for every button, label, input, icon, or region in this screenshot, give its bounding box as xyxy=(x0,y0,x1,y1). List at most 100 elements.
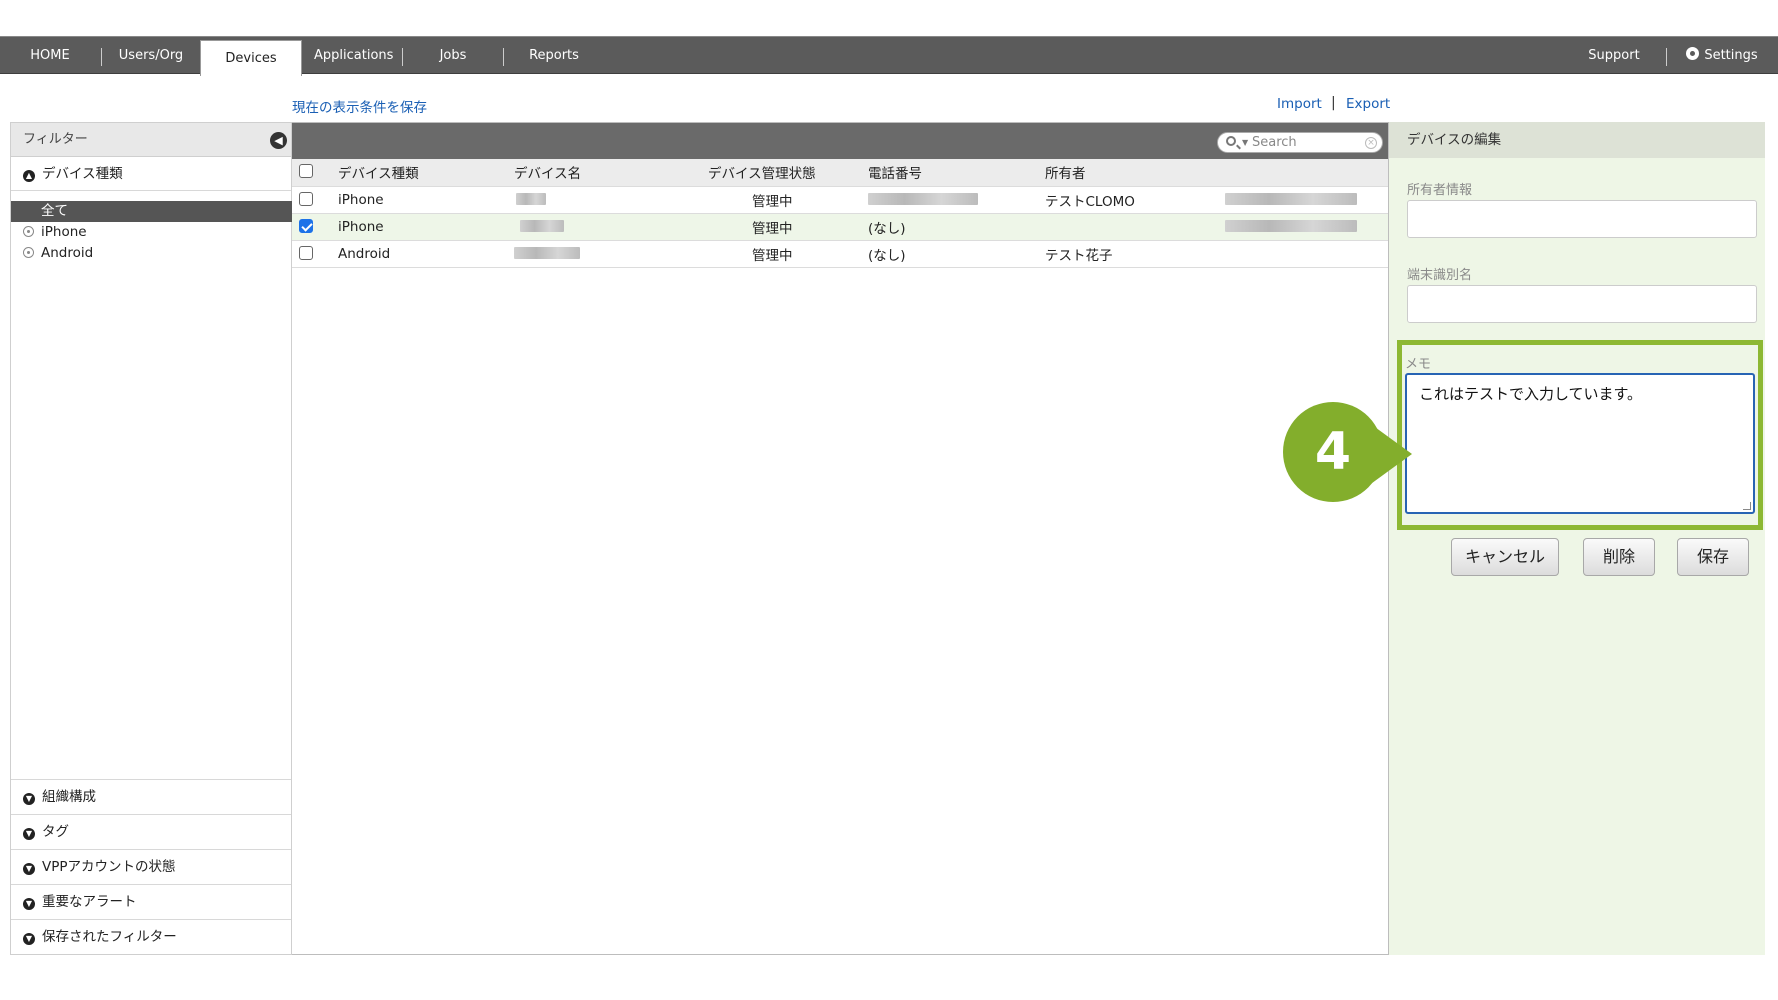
cell-status: 管理中 xyxy=(708,213,868,241)
table-row[interactable]: iPhone 管理中 テストCLOMO xyxy=(292,186,1388,214)
cell-owner: テスト花子 xyxy=(1045,240,1225,268)
memo-label: メモ xyxy=(1405,357,1432,372)
save-view-link[interactable]: 現在の表示条件を保存 xyxy=(292,96,427,116)
section-device-type-label: デバイス種類 xyxy=(42,166,123,182)
redacted-value xyxy=(1225,192,1357,205)
select-all-checkbox[interactable] xyxy=(299,164,313,179)
cell-device-name xyxy=(514,213,708,241)
clear-icon[interactable]: × xyxy=(1365,137,1377,149)
section-label: 組織構成 xyxy=(42,789,96,805)
tab-jobs[interactable]: Jobs xyxy=(432,37,474,75)
section-org-structure[interactable]: ▼ 組織構成 xyxy=(11,779,291,814)
cell-device-type: iPhone xyxy=(338,186,514,214)
radio-icon xyxy=(23,247,34,258)
tab-applications[interactable]: Applications xyxy=(314,37,393,75)
settings-label: Settings xyxy=(1704,48,1758,63)
resize-grip-icon[interactable] xyxy=(1743,502,1751,510)
section-tags[interactable]: ▼ タグ xyxy=(11,814,291,849)
memo-highlight-frame: メモ これはテストで入力しています。 xyxy=(1397,340,1763,530)
filter-panel: フィルター ◀ ▲ デバイス種類 全て iPhone Android ▼ 組織構成 … xyxy=(10,122,292,955)
link-separator: | xyxy=(1331,95,1336,111)
filter-header: フィルター ◀ xyxy=(11,123,291,157)
chevron-down-icon: ▼ xyxy=(23,863,35,875)
filter-title: フィルター xyxy=(23,132,88,147)
table-header-row: デバイス種類 デバイス名 デバイス管理状態 電話番号 所有者 xyxy=(292,159,1388,187)
cell-phone: (なし) xyxy=(868,213,1045,241)
device-table: デバイス種類 デバイス名 デバイス管理状態 電話番号 所有者 iPhone 管理… xyxy=(292,159,1388,268)
chevron-down-icon: ▼ xyxy=(23,828,35,840)
row-checkbox-cell xyxy=(292,213,338,241)
row-checkbox-checked[interactable] xyxy=(299,218,313,233)
chevron-down-icon: ▼ xyxy=(23,933,35,945)
cell-device-type: Android xyxy=(338,240,514,268)
col-phone[interactable]: 電話番号 xyxy=(868,159,1045,187)
collapse-left-icon[interactable]: ◀ xyxy=(270,132,287,149)
table-row[interactable]: Android 管理中 (なし) テスト花子 xyxy=(292,240,1388,268)
owner-info-label: 所有者情報 xyxy=(1407,183,1473,198)
cell-device-type: iPhone xyxy=(338,213,514,241)
filter-item-android[interactable]: Android xyxy=(11,243,291,264)
redacted-value xyxy=(516,192,546,205)
section-saved-filters[interactable]: ▼ 保存されたフィルター xyxy=(11,919,291,954)
tab-home[interactable]: HOME xyxy=(22,37,78,75)
filter-bottom-sections: ▼ 組織構成 ▼ タグ ▼ VPPアカウントの状態 ▼ 重要なアラート ▼ 保存されたフィ… xyxy=(11,779,291,954)
device-id-input[interactable] xyxy=(1407,285,1757,323)
cell-device-name xyxy=(514,240,708,268)
search-placeholder: Search xyxy=(1252,135,1297,150)
redacted-value xyxy=(868,192,978,205)
search-input[interactable]: ▼ Search × xyxy=(1217,132,1383,153)
owner-info-input[interactable] xyxy=(1407,200,1757,238)
section-alerts[interactable]: ▼ 重要なアラート xyxy=(11,884,291,919)
filter-item-all[interactable]: 全て xyxy=(11,201,292,222)
cell-extra xyxy=(1225,213,1388,241)
col-device-type[interactable]: デバイス種類 xyxy=(338,159,514,187)
device-id-label: 端末識別名 xyxy=(1407,268,1473,283)
caret-down-icon: ▼ xyxy=(1242,138,1249,147)
cell-device-name xyxy=(514,186,708,214)
tab-users-org[interactable]: Users/Org xyxy=(114,37,188,75)
col-management-status[interactable]: デバイス管理状態 xyxy=(708,159,868,187)
save-button[interactable]: 保存 xyxy=(1677,538,1749,576)
tab-devices[interactable]: Devices xyxy=(200,40,302,76)
nav-separator xyxy=(503,48,504,66)
filter-item-label: Android xyxy=(41,245,94,261)
col-owner[interactable]: 所有者 xyxy=(1045,159,1225,187)
export-link[interactable]: Export xyxy=(1346,96,1390,112)
tab-reports[interactable]: Reports xyxy=(526,37,582,75)
search-icon xyxy=(1226,136,1236,146)
table-row[interactable]: iPhone 管理中 (なし) xyxy=(292,213,1388,241)
cancel-button[interactable]: キャンセル xyxy=(1451,538,1559,576)
section-vpp-status[interactable]: ▼ VPPアカウントの状態 xyxy=(11,849,291,884)
chevron-up-icon: ▲ xyxy=(23,170,35,182)
section-label: タグ xyxy=(42,824,69,840)
chevron-down-icon: ▼ xyxy=(23,793,35,805)
radio-icon xyxy=(23,226,34,237)
filter-item-iphone[interactable]: iPhone xyxy=(11,222,291,243)
step-callout-badge: 4 xyxy=(1283,402,1383,502)
select-all-cell xyxy=(292,159,338,187)
edit-panel-title: デバイスの編集 xyxy=(1389,122,1765,158)
row-checkbox-cell xyxy=(292,186,338,214)
section-device-type[interactable]: ▲ デバイス種類 xyxy=(11,157,291,191)
gear-icon xyxy=(1686,47,1700,60)
section-label: VPPアカウントの状態 xyxy=(42,859,176,875)
cell-extra xyxy=(1225,186,1388,214)
nav-separator xyxy=(1666,48,1667,66)
chevron-down-icon: ▼ xyxy=(23,898,35,910)
filter-item-label: iPhone xyxy=(41,224,87,240)
col-device-name[interactable]: デバイス名 xyxy=(514,159,708,187)
row-checkbox[interactable] xyxy=(299,191,313,206)
device-table-panel: ▼ Search × デバイス種類 デバイス名 デバイス管理状態 電話番号 所有… xyxy=(292,122,1389,955)
table-toolbar: ▼ Search × xyxy=(292,123,1388,159)
delete-button[interactable]: 削除 xyxy=(1583,538,1655,576)
import-link[interactable]: Import xyxy=(1277,96,1322,112)
memo-textarea[interactable]: これはテストで入力しています。 xyxy=(1405,373,1755,514)
device-edit-panel: デバイスの編集 所有者情報 端末識別名 メモ これはテストで入力しています。 キ… xyxy=(1389,122,1765,955)
memo-text: これはテストで入力しています。 xyxy=(1419,385,1643,403)
redacted-value xyxy=(514,246,580,259)
cell-owner: テストCLOMO xyxy=(1045,186,1225,214)
cell-phone xyxy=(868,186,1045,214)
row-checkbox[interactable] xyxy=(299,245,313,260)
support-link[interactable]: Support xyxy=(1586,37,1642,75)
settings-link[interactable]: Settings xyxy=(1682,37,1762,75)
